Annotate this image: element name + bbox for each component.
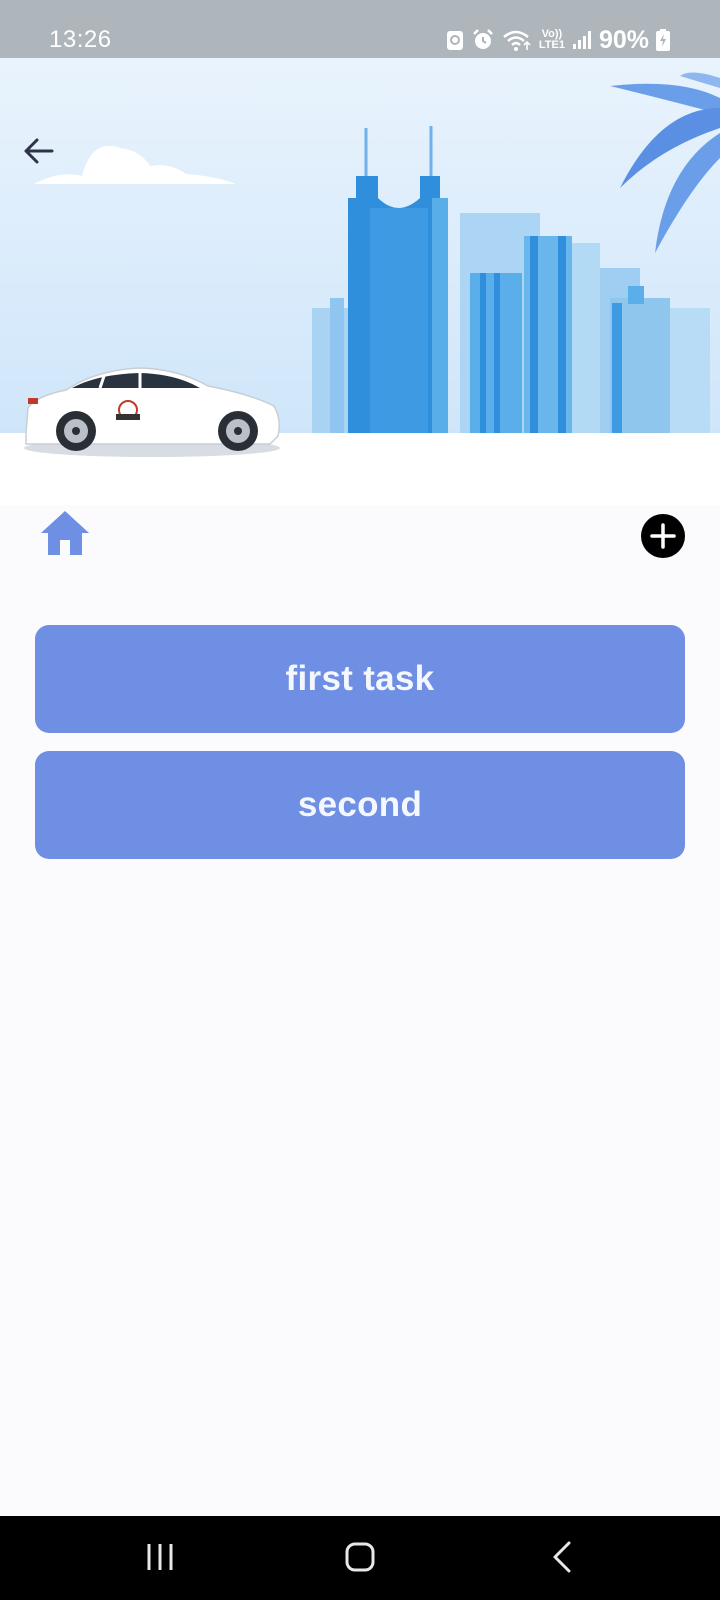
status-time: 13:26 (49, 26, 112, 53)
recents-icon[interactable] (130, 1536, 190, 1580)
task-title: first task (285, 659, 435, 698)
task-title: second (297, 785, 423, 824)
battery-charging-icon (656, 29, 670, 51)
app-notification-icon (446, 31, 463, 50)
plus-icon (650, 523, 676, 549)
status-icons: Vo)) LTE1 90% (446, 25, 670, 55)
task-card[interactable]: first task (35, 625, 685, 733)
nav-home-icon[interactable] (330, 1536, 390, 1580)
task-list: first task second (35, 625, 685, 877)
volte-indicator: Vo)) LTE1 (539, 29, 565, 51)
add-task-button[interactable] (641, 514, 685, 558)
system-navigation-bar (0, 1516, 720, 1600)
home-icon[interactable] (38, 508, 92, 558)
wifi-icon (503, 30, 531, 51)
back-arrow-icon[interactable] (20, 132, 58, 170)
lte-label: LTE1 (538, 39, 565, 51)
app-screen: 13:26 Vo)) LTE1 90% first task second (0, 0, 720, 1600)
task-card[interactable]: second (35, 751, 685, 859)
nav-back-icon[interactable] (532, 1536, 592, 1580)
signal-icon (572, 31, 591, 49)
alarm-icon (472, 29, 493, 49)
hero-banner (0, 58, 720, 505)
status-bar: 13:26 Vo)) LTE1 90% (0, 0, 720, 58)
battery-percentage: 90% (598, 25, 649, 54)
city-illustration (0, 58, 720, 505)
